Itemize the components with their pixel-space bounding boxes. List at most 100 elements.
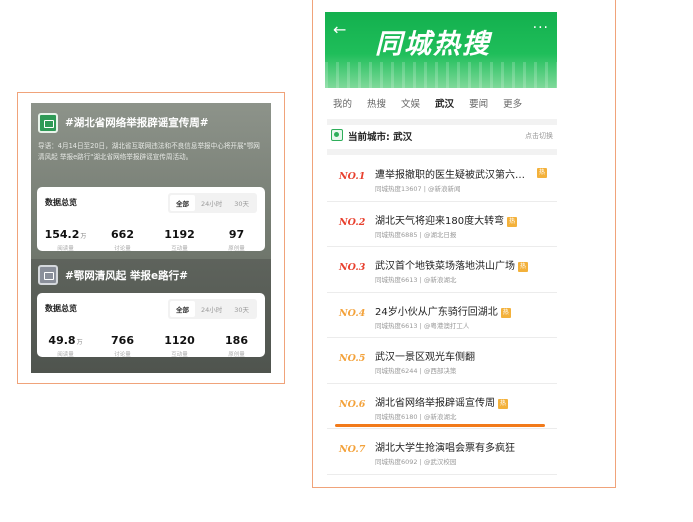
stat-value: 97: [228, 228, 245, 241]
time-range-selector: 全部 24小时 30天: [167, 193, 257, 213]
item-title-text: 24岁小伙从广东骑行回湖北: [375, 306, 498, 318]
item-title[interactable]: 武汉首个地铁菜场落地洪山广场热: [375, 257, 545, 272]
item-meta: 同城热度6092 | @武汉校园: [375, 458, 457, 466]
item-meta: 同城热度6180 | @新浪湖北: [375, 412, 457, 421]
rank-label: NO.7: [339, 444, 366, 455]
tab-entertainment[interactable]: 文娱: [401, 96, 420, 118]
list-item[interactable]: NO.7 湖北大学生抢演唱会票有多疯狂 同城热度6092 | @武汉校园: [327, 429, 557, 475]
stat-reads: 154.2万 阅读量: [37, 223, 94, 252]
section-divider: [327, 149, 557, 155]
rank-label: NO.2: [339, 216, 366, 228]
card-title: 数据总览: [45, 198, 77, 207]
topic-stats-screenshot: #湖北省网络举报辟谣宣传周# 导语：4月14日至20日，湖北省互联网违法和不良信…: [31, 103, 271, 373]
location-icon: [331, 129, 343, 141]
stat-unit: 万: [76, 339, 83, 346]
segment-24h[interactable]: 24小时: [195, 195, 228, 211]
list-item[interactable]: NO.6 湖北省网络举报辟谣宣传周热 同城热度6180 | @新浪湖北: [327, 384, 557, 429]
stat-label: 讨论量: [114, 246, 131, 252]
hot-badge-icon: 热: [507, 216, 518, 227]
stat-reads: 49.8万 阅读量: [37, 329, 94, 358]
banner-title: 同城热搜: [375, 29, 491, 60]
list-item[interactable]: NO.5 武汉一景区观光车侧翻 同城热度6244 | @西部决策: [327, 338, 557, 384]
stat-originals: 186 原创量: [208, 329, 265, 358]
stat-label: 阅读量: [57, 246, 74, 252]
topic-logo-icon: [38, 113, 58, 133]
item-title[interactable]: 遭举报撤职的医生疑被武汉第六…: [375, 166, 545, 181]
card-title: 数据总览: [45, 304, 77, 313]
stat-originals: 97 原创量: [208, 223, 265, 252]
stats-row: 49.8万 阅读量 766 讨论量 1120 互动量 186 原创量: [37, 329, 265, 358]
highlight-underline: [335, 424, 545, 427]
segment-24h[interactable]: 24小时: [195, 301, 228, 317]
segment-30d[interactable]: 30天: [228, 301, 255, 317]
item-meta: 同城热度13607 | @新浪新闻: [375, 185, 461, 193]
stat-value: 49.8: [48, 334, 76, 347]
back-arrow-icon[interactable]: ←: [333, 22, 346, 38]
tab-news[interactable]: 要闻: [469, 96, 488, 118]
stat-value: 1120: [164, 334, 195, 347]
hot-badge-icon: 热: [498, 398, 508, 409]
stat-label: 原创量: [228, 246, 245, 252]
stat-label: 互动量: [171, 352, 188, 358]
data-overview-card: 数据总览 全部 24小时 30天 49.8万 阅读量 766 讨论量 1120 …: [37, 293, 265, 358]
current-city-row: 当前城市: 武汉 点击切换: [331, 126, 557, 146]
more-dots-icon[interactable]: ···: [533, 20, 549, 36]
rank-label: NO.3: [339, 262, 366, 273]
item-title[interactable]: 湖北天气将迎来180度大转弯热: [375, 212, 545, 227]
stat-label: 原创量: [228, 352, 245, 358]
stat-value: 154.2: [44, 228, 80, 241]
tab-wuhan[interactable]: 武汉: [435, 96, 454, 124]
tab-hot[interactable]: 热搜: [367, 96, 386, 118]
time-range-selector: 全部 24小时 30天: [167, 299, 257, 319]
switch-city-link[interactable]: 点击切换: [525, 131, 553, 141]
section-divider: [327, 119, 557, 125]
left-screenshot-frame: #湖北省网络举报辟谣宣传周# 导语：4月14日至20日，湖北省互联网违法和不良信…: [17, 92, 285, 384]
right-screenshot-frame: ← 同城热搜 ··· 我的 热搜 文娱 武汉 要闻 更多 当前城市: 武汉 点击…: [312, 0, 616, 488]
list-item[interactable]: NO.3 武汉首个地铁菜场落地洪山广场热 同城热度6613 | @新浪湖北: [327, 247, 557, 293]
stat-label: 讨论量: [114, 352, 131, 358]
stat-value: 1192: [164, 228, 195, 241]
list-item[interactable]: NO.2 湖北天气将迎来180度大转弯热 同城热度6885 | @湖北日报: [327, 202, 557, 247]
rank-label: NO.1: [339, 171, 366, 182]
topic-avatar-icon: [38, 265, 58, 285]
stat-value: 186: [225, 334, 248, 347]
segment-all[interactable]: 全部: [169, 195, 195, 211]
item-title[interactable]: 湖北省网络举报辟谣宣传周热: [375, 394, 545, 409]
banner-skyline-decoration: [325, 62, 557, 88]
stat-discussions: 766 讨论量: [94, 329, 151, 358]
current-city-label: 当前城市: 武汉: [348, 132, 413, 143]
stat-discussions: 662 讨论量: [94, 223, 151, 252]
item-title-text: 湖北省网络举报辟谣宣传周: [375, 397, 495, 409]
rank-label: NO.6: [339, 398, 366, 410]
hot-badge-icon: 热: [500, 307, 511, 318]
stat-interactions: 1120 互动量: [151, 329, 208, 358]
data-overview-card: 数据总览 全部 24小时 30天 154.2万 阅读量 662 讨论量 1192…: [37, 187, 265, 252]
hot-search-banner: ← 同城热搜 ···: [325, 12, 557, 88]
hot-badge-icon: 热: [518, 262, 528, 272]
stat-label: 阅读量: [57, 352, 74, 358]
item-meta: 同城热度6244 | @西部决策: [375, 367, 457, 375]
item-title-text: 武汉首个地铁菜场落地洪山广场: [375, 261, 515, 272]
segment-all[interactable]: 全部: [169, 301, 195, 317]
tab-mine[interactable]: 我的: [333, 96, 352, 118]
item-title[interactable]: 24岁小伙从广东骑行回湖北热: [375, 303, 545, 318]
topic-title[interactable]: #湖北省网络举报辟谣宣传周#: [65, 115, 209, 130]
stat-value: 662: [111, 228, 134, 241]
rank-label: NO.4: [339, 307, 366, 319]
hot-badge-icon: 热: [537, 168, 547, 178]
topic-title[interactable]: #鄂网清风起 举报e路行#: [65, 268, 188, 283]
category-tabs: 我的 热搜 文娱 武汉 要闻 更多: [333, 96, 563, 124]
item-title[interactable]: 湖北大学生抢演唱会票有多疯狂: [375, 439, 545, 454]
item-meta: 同城热度6885 | @湖北日报: [375, 230, 457, 239]
stat-unit: 万: [80, 233, 87, 240]
tab-more[interactable]: 更多: [503, 96, 522, 118]
item-meta: 同城热度6613 | @新浪湖北: [375, 276, 457, 284]
list-item[interactable]: NO.1 遭举报撤职的医生疑被武汉第六… 热 同城热度13607 | @新浪新闻: [327, 156, 557, 202]
segment-30d[interactable]: 30天: [228, 195, 255, 211]
topic-card-b: #鄂网清风起 举报e路行# 数据总览 全部 24小时 30天 49.8万 阅读量…: [31, 259, 271, 373]
item-title-text: 湖北天气将迎来180度大转弯: [375, 215, 505, 227]
list-item[interactable]: NO.4 24岁小伙从广东骑行回湖北热 同城热度6613 | @粤港澳打工人: [327, 293, 557, 338]
item-title[interactable]: 武汉一景区观光车侧翻: [375, 348, 545, 363]
topic-card-a: #湖北省网络举报辟谣宣传周# 导语：4月14日至20日，湖北省互联网违法和不良信…: [31, 103, 271, 259]
stat-label: 互动量: [171, 246, 188, 252]
